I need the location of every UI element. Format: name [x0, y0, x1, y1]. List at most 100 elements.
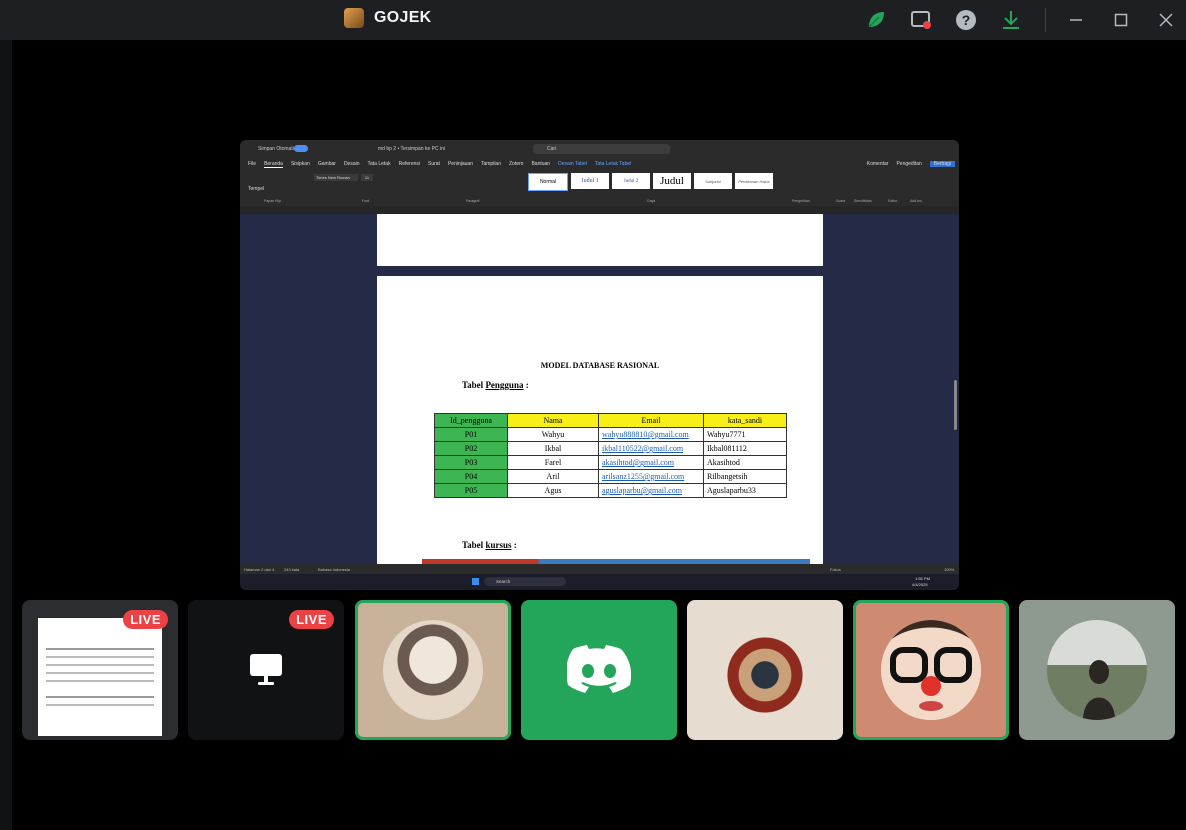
font-name-select[interactable]: Times New Roman — [314, 174, 358, 181]
menu-mailings[interactable]: Surat — [428, 161, 440, 167]
style-subtle-emphasis[interactable]: Penekanan Halus — [735, 173, 773, 189]
editing-button[interactable]: Pengeditan — [896, 161, 921, 167]
download-icon[interactable] — [999, 8, 1023, 32]
style-normal[interactable]: Normal — [528, 173, 568, 191]
cell-password: Ikbal081112 — [703, 441, 787, 456]
title-bar: GOJEK ? — [0, 0, 1186, 40]
header-password: kata_sandi — [703, 413, 787, 428]
paste-button[interactable]: Tempel — [248, 186, 264, 192]
cell-email-link[interactable]: aguslaparbu@gmail.com — [598, 483, 704, 498]
menu-table-design[interactable]: Desain Tabel — [558, 161, 587, 167]
table-row: P04 Aril arilsanz1255@gmail.com Rilbange… — [434, 469, 787, 484]
table-row: P05 Agus aguslaparbu@gmail.com Aguslapar… — [434, 483, 787, 498]
close-icon[interactable] — [1154, 8, 1178, 32]
status-zoom[interactable]: 100% — [944, 567, 954, 572]
participant-tile[interactable] — [355, 600, 511, 740]
menu-table-layout[interactable]: Tata Letak Tabel — [595, 161, 631, 167]
cell-email-link[interactable]: wahyu888810@gmail.com — [598, 427, 704, 442]
cell-email-link[interactable]: ikbal110522@gmail.com — [598, 441, 704, 456]
status-focus[interactable]: Fokus — [830, 567, 841, 572]
live-badge: LIVE — [289, 610, 334, 629]
document-scrollbar[interactable] — [954, 380, 957, 430]
server-name: GOJEK — [374, 9, 432, 26]
menu-file[interactable]: File — [248, 161, 256, 167]
group-sensitivity: Sensitivitas — [854, 199, 872, 203]
participant-tiles: LIVE LIVE — [22, 600, 1176, 740]
group-editing: Pengeditan — [792, 199, 810, 203]
style-title[interactable]: Judul — [653, 173, 691, 189]
cell-name: Wahyu — [507, 427, 599, 442]
cell-email-link[interactable]: arilsanz1255@gmail.com — [598, 469, 704, 484]
table-row: P01 Wahyu wahyu888810@gmail.com Wahyu777… — [434, 427, 787, 442]
cell-id: P01 — [434, 427, 508, 442]
menu-view[interactable]: Tampilan — [481, 161, 501, 167]
maximize-icon[interactable] — [1109, 8, 1133, 32]
nitro-leaf-icon[interactable] — [864, 8, 888, 32]
participant-tile[interactable] — [853, 600, 1009, 740]
help-icon[interactable]: ? — [954, 8, 978, 32]
autosave-toggle[interactable] — [294, 145, 308, 152]
comment-button[interactable]: Komentar — [867, 161, 889, 167]
group-addins: Add-ins — [910, 199, 922, 203]
style-subtitle[interactable]: Subjudul — [694, 173, 732, 189]
windows-taskbar: Search 1:55 PM 4/4/2025 — [240, 574, 959, 590]
cell-id: P03 — [434, 455, 508, 470]
svg-text:?: ? — [962, 12, 971, 28]
menu-draw[interactable]: Gambar — [318, 161, 336, 167]
avatar-glasses-face — [881, 620, 981, 720]
table-label-prefix: Tabel — [462, 380, 486, 390]
participant-tile[interactable] — [521, 600, 677, 740]
group-editor: Editor — [888, 199, 898, 203]
table-label-suffix: : — [523, 380, 529, 390]
status-words: 243 kata — [284, 567, 300, 572]
styles-gallery: Normal Judul 1 Judul 2 Judul Subjudul Pe… — [528, 173, 773, 191]
document-name: md bp 2 • Tersimpan ke PC ini — [378, 146, 445, 152]
menu-insert[interactable]: Sisipkan — [291, 161, 310, 167]
group-font: Font — [362, 199, 370, 203]
menu-references[interactable]: Referensi — [399, 161, 420, 167]
document-page-2[interactable]: MODEL DATABASE RASIONAL Tabel Pengguna :… — [377, 276, 823, 566]
cell-password: Rilbangetsih — [703, 469, 787, 484]
avatar — [1047, 620, 1147, 720]
word-title-bar: Simpan Otomatis md bp 2 • Tersimpan ke P… — [240, 140, 959, 158]
menu-help[interactable]: Bantuan — [531, 161, 550, 167]
stream-tile[interactable]: LIVE — [22, 600, 178, 740]
taskbar-time: 1:55 PM — [915, 576, 930, 581]
share-button[interactable]: Berbagi — [929, 161, 955, 167]
menu-zotero[interactable]: Zotero — [509, 161, 523, 167]
cell-name: Agus — [507, 483, 599, 498]
menu-review[interactable]: Peninjauan — [448, 161, 473, 167]
header-name: Nama — [507, 413, 599, 428]
table-label-prefix: Tabel — [462, 540, 486, 550]
table-row: P02 Ikbal ikbal110522@gmail.com Ikbal081… — [434, 441, 787, 456]
style-heading1[interactable]: Judul 1 — [571, 173, 609, 189]
style-heading2[interactable]: Judul 2 — [612, 173, 650, 189]
menu-home[interactable]: Beranda — [264, 161, 283, 168]
start-icon[interactable] — [472, 578, 479, 585]
menu-layout[interactable]: Tata Letak — [368, 161, 391, 167]
participant-tile[interactable] — [687, 600, 843, 740]
font-size-select[interactable]: 11 — [361, 174, 373, 181]
menu-design[interactable]: Desain — [344, 161, 360, 167]
status-page: Halaman 2 dari 4 — [244, 567, 275, 572]
discord-logo-icon — [567, 645, 631, 693]
taskbar-search[interactable]: Search — [484, 577, 566, 586]
autosave-label: Simpan Otomatis — [258, 146, 297, 152]
screen-share-stream[interactable]: Simpan Otomatis md bp 2 • Tersimpan ke P… — [240, 140, 959, 590]
screen-record-icon[interactable] — [909, 8, 933, 32]
stream-tile[interactable]: LIVE — [188, 600, 344, 740]
document-heading: MODEL DATABASE RASIONAL — [540, 361, 660, 370]
cell-email-link[interactable]: akasihtod@gmail.com — [598, 455, 704, 470]
minimize-icon[interactable] — [1064, 8, 1088, 32]
cell-name: Farel — [507, 455, 599, 470]
word-status-bar: Halaman 2 dari 4 243 kata Bahasa Indones… — [240, 564, 959, 574]
cell-password: Wahyu7771 — [703, 427, 787, 442]
cell-id: P05 — [434, 483, 508, 498]
cell-password: Akasihtod — [703, 455, 787, 470]
word-search-input[interactable]: Cari — [533, 144, 670, 154]
avatar-silhouette — [1083, 660, 1115, 720]
cell-id: P02 — [434, 441, 508, 456]
header-email: Email — [598, 413, 704, 428]
participant-tile[interactable] — [1019, 600, 1175, 740]
server-rail-edge — [0, 40, 12, 830]
